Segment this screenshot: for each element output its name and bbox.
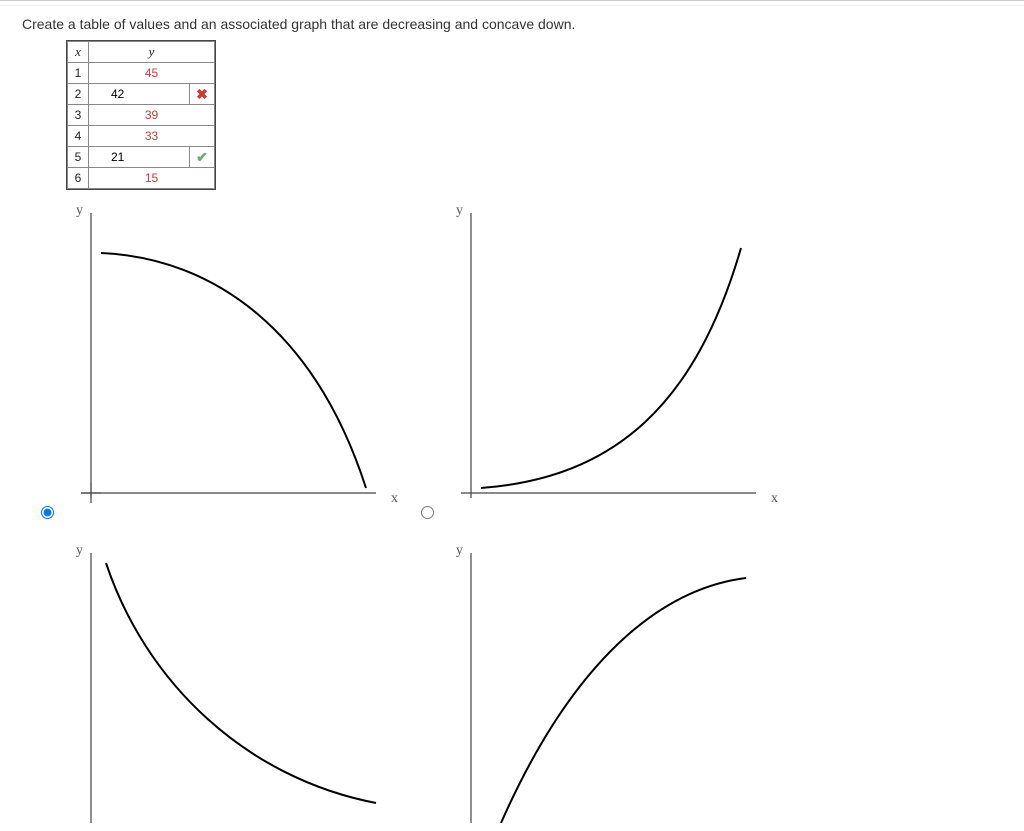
cell-x: 6 <box>68 168 89 189</box>
axis-x-label: x <box>391 491 398 507</box>
graph-option-3[interactable]: y <box>66 543 436 823</box>
cell-x: 3 <box>68 105 89 126</box>
table-row: 4 33 <box>68 126 215 147</box>
y-input[interactable] <box>109 148 173 166</box>
col-header-y: y <box>89 42 215 63</box>
graph-plot <box>446 543 766 823</box>
mark-cell: ✖ <box>190 84 215 105</box>
correct-icon: ✔ <box>196 149 208 165</box>
cell-y-input <box>89 147 190 168</box>
table-row: 6 15 <box>68 168 215 189</box>
col-header-x: x <box>68 42 89 63</box>
cell-x: 2 <box>68 84 89 105</box>
graph-plot <box>66 543 386 823</box>
cell-x: 4 <box>68 126 89 147</box>
table-row: 2 ✖ <box>68 84 215 105</box>
graph-option-2[interactable]: y x <box>446 203 816 523</box>
values-table: x y 1 45 2 ✖ 3 39 <box>66 40 216 190</box>
table-row: 1 45 <box>68 63 215 84</box>
graph-option-1[interactable]: y x <box>66 203 436 523</box>
wrong-icon: ✖ <box>196 86 208 102</box>
axis-y-label: y <box>456 203 463 219</box>
y-input[interactable] <box>109 85 173 103</box>
cell-y: 33 <box>89 126 215 147</box>
graph-radio-1[interactable] <box>41 506 54 519</box>
graph-radio-2[interactable] <box>421 506 434 519</box>
graph-plot <box>66 203 386 513</box>
cell-x: 1 <box>68 63 89 84</box>
graph-plot <box>446 203 766 513</box>
cell-x: 5 <box>68 147 89 168</box>
table-row: 3 39 <box>68 105 215 126</box>
cell-y: 39 <box>89 105 215 126</box>
axis-y-label: y <box>76 203 83 219</box>
cell-y: 15 <box>89 168 215 189</box>
axis-y-label: y <box>76 543 83 559</box>
question-prompt: Create a table of values and an associat… <box>22 16 1008 32</box>
axis-x-label: x <box>771 491 778 507</box>
mark-cell: ✔ <box>190 147 215 168</box>
graph-option-4[interactable]: y <box>446 543 816 823</box>
cell-y: 45 <box>89 63 215 84</box>
cell-y-input <box>89 84 190 105</box>
table-row: 5 ✔ <box>68 147 215 168</box>
axis-y-label: y <box>456 543 463 559</box>
